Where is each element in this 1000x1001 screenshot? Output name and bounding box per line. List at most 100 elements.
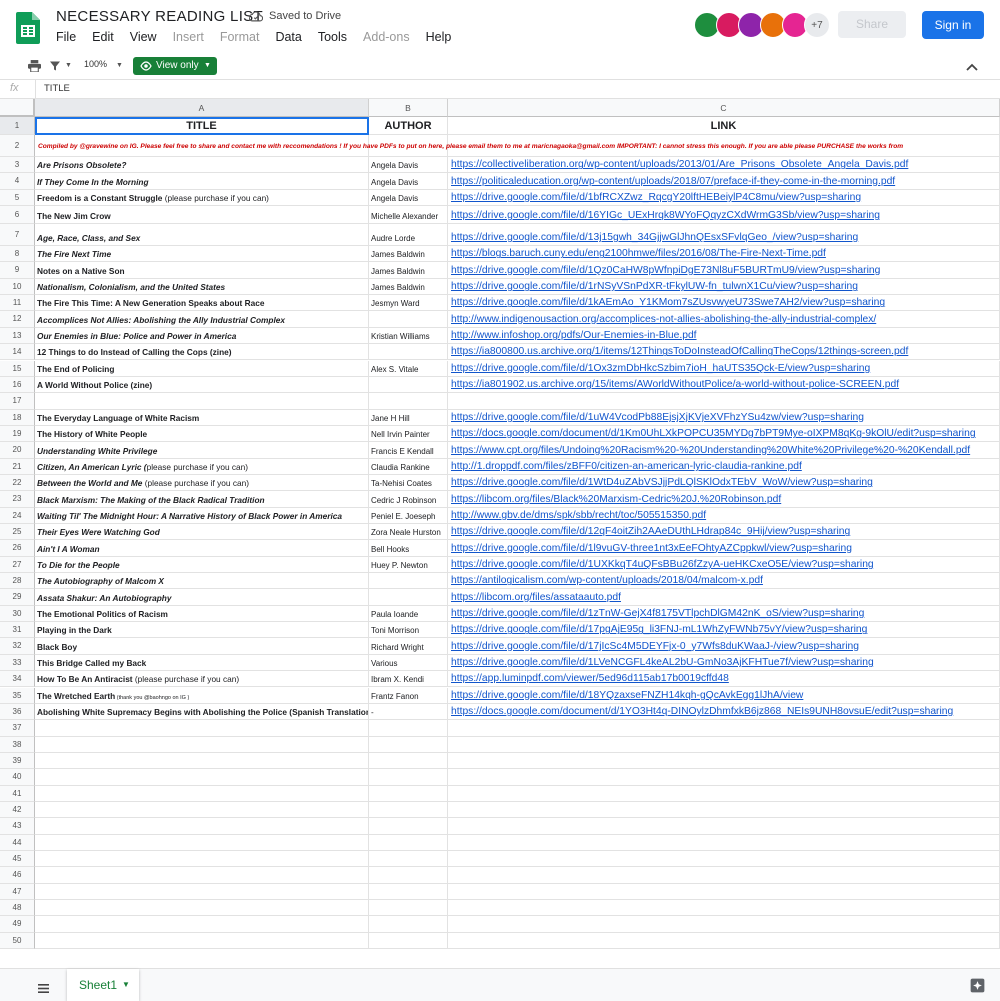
link-cell[interactable]: https://www.cpt.org/files/Undoing%20Raci… — [448, 442, 1000, 459]
header-link-cell[interactable]: LINK — [448, 117, 1000, 135]
link-cell[interactable]: https://ia801902.us.archive.org/15/items… — [448, 376, 1000, 394]
author-cell[interactable] — [369, 393, 448, 410]
column-header-c[interactable]: C — [448, 99, 1000, 117]
row-number[interactable]: 36 — [0, 703, 35, 721]
link-cell[interactable]: https://drive.google.com/file/d/1rNSyVSn… — [448, 278, 1000, 296]
link-cell[interactable]: http://1.droppdf.com/files/zBFF0/citizen… — [448, 458, 1000, 475]
link-cell[interactable]: https://drive.google.com/file/d/1UXKkqT4… — [448, 556, 1000, 574]
empty-cell[interactable] — [448, 720, 1000, 737]
link-cell[interactable]: https://drive.google.com/file/d/1Qz0CaHW… — [448, 262, 1000, 279]
row-number[interactable]: 19 — [0, 425, 35, 443]
chevron-down-icon[interactable]: ▼ — [122, 969, 130, 1001]
author-cell[interactable]: Claudia Rankine — [369, 458, 448, 475]
empty-cell[interactable] — [369, 867, 448, 884]
link-cell[interactable]: https://blogs.baruch.cuny.edu/eng2100hmw… — [448, 246, 1000, 263]
row-number[interactable]: 32 — [0, 638, 35, 655]
link-cell[interactable]: https://drive.google.com/file/d/1LVeNCGF… — [448, 654, 1000, 672]
row-number[interactable]: 29 — [0, 589, 35, 606]
author-cell[interactable]: Francis E Kendall — [369, 442, 448, 459]
link-cell[interactable]: https://docs.google.com/document/d/1Km0U… — [448, 425, 1000, 443]
row-number[interactable]: 50 — [0, 932, 35, 950]
row-number[interactable]: 33 — [0, 654, 35, 672]
author-cell[interactable]: Audre Lorde — [369, 224, 448, 247]
author-cell[interactable]: Alex S. Vitale — [369, 360, 448, 377]
link-cell[interactable]: https://drive.google.com/file/d/17pgAjE9… — [448, 622, 1000, 639]
row-number[interactable]: 23 — [0, 491, 35, 508]
title-cell[interactable]: The End of Policing — [35, 360, 369, 377]
author-cell[interactable]: - — [369, 703, 448, 721]
empty-cell[interactable] — [369, 932, 448, 950]
title-cell[interactable]: Nationalism, Colonialism, and the United… — [35, 278, 369, 296]
author-cell[interactable]: Paula Ioande — [369, 605, 448, 623]
link-cell[interactable]: https://drive.google.com/file/d/1kAEmAo_… — [448, 295, 1000, 312]
empty-cell[interactable] — [35, 834, 369, 851]
link-cell[interactable]: https://drive.google.com/file/d/1zTnW-Ge… — [448, 605, 1000, 623]
title-cell[interactable]: Our Enemies in Blue: Police and Power in… — [35, 327, 369, 345]
formula-bar-content[interactable]: TITLE — [44, 83, 70, 94]
link-cell[interactable]: https://drive.google.com/file/d/1Ox3zmDb… — [448, 360, 1000, 377]
header-author-cell[interactable]: AUTHOR — [369, 117, 448, 135]
title-cell[interactable]: Ain't I A Woman — [35, 540, 369, 557]
row-number[interactable]: 21 — [0, 458, 35, 475]
row-number[interactable]: 4 — [0, 173, 35, 190]
empty-cell[interactable] — [35, 752, 369, 770]
author-cell[interactable]: James Baldwin — [369, 246, 448, 263]
link-cell[interactable]: http://www.infoshop.org/pdfs/Our-Enemies… — [448, 327, 1000, 345]
title-cell[interactable]: Accomplices Not Allies: Abolishing the A… — [35, 311, 369, 328]
author-cell[interactable]: Ibram X. Kendi — [369, 671, 448, 688]
menu-tools[interactable]: Tools — [310, 30, 355, 44]
empty-cell[interactable] — [35, 736, 369, 753]
link-cell[interactable]: https://libcom.org/files/assataauto.pdf — [448, 589, 1000, 606]
author-cell[interactable] — [369, 573, 448, 590]
author-cell[interactable]: Nell Irvin Painter — [369, 425, 448, 443]
empty-cell[interactable] — [369, 720, 448, 737]
link-cell[interactable]: https://ia800800.us.archive.org/1/items/… — [448, 344, 1000, 361]
row-number[interactable]: 35 — [0, 687, 35, 704]
title-cell[interactable]: Notes on a Native Son — [35, 262, 369, 279]
link-cell[interactable]: https://drive.google.com/file/d/1WtD4uZA… — [448, 474, 1000, 492]
link-cell[interactable]: https://drive.google.com/file/d/1uW4Vcod… — [448, 409, 1000, 426]
empty-cell[interactable] — [448, 932, 1000, 950]
empty-cell[interactable] — [35, 883, 369, 901]
link-cell[interactable]: https://collectiveliberation.org/wp-cont… — [448, 157, 1000, 174]
author-cell[interactable] — [369, 376, 448, 394]
link-cell[interactable]: https://politicaleducation.org/wp-conten… — [448, 173, 1000, 190]
menu-file[interactable]: File — [48, 30, 84, 44]
title-cell[interactable]: The Autobiography of Malcom X — [35, 573, 369, 590]
row-number[interactable]: 38 — [0, 736, 35, 753]
row-number[interactable]: 37 — [0, 720, 35, 737]
sign-in-button[interactable]: Sign in — [922, 11, 984, 39]
link-cell[interactable]: https://drive.google.com/file/d/12qF4oit… — [448, 524, 1000, 541]
author-cell[interactable] — [369, 589, 448, 606]
column-header-b[interactable]: B — [369, 99, 448, 117]
row-number[interactable]: 48 — [0, 900, 35, 917]
empty-cell[interactable] — [35, 867, 369, 884]
row-number[interactable]: 45 — [0, 851, 35, 868]
title-cell[interactable]: The Wretched Earth (thank you @baohngo o… — [35, 687, 369, 704]
empty-cell[interactable] — [448, 801, 1000, 819]
all-sheets-menu-icon[interactable] — [38, 980, 49, 998]
sheet-tab[interactable]: Sheet1 ▼ — [67, 969, 139, 1001]
row-number[interactable]: 6 — [0, 206, 35, 225]
column-header-a[interactable]: A — [35, 99, 369, 117]
empty-cell[interactable] — [369, 801, 448, 819]
empty-cell[interactable] — [369, 834, 448, 851]
row-number[interactable]: 26 — [0, 540, 35, 557]
link-cell[interactable]: https://drive.google.com/file/d/1bfRCXZw… — [448, 189, 1000, 207]
row-number[interactable]: 15 — [0, 360, 35, 377]
author-cell[interactable]: Ta-Nehisi Coates — [369, 474, 448, 492]
link-cell[interactable] — [448, 393, 1000, 410]
author-cell[interactable]: Angela Davis — [369, 189, 448, 207]
title-cell[interactable]: The History of White People — [35, 425, 369, 443]
row-number[interactable]: 14 — [0, 344, 35, 361]
chevron-up-icon[interactable] — [965, 59, 979, 77]
empty-cell[interactable] — [369, 900, 448, 917]
author-cell[interactable]: Richard Wright — [369, 638, 448, 655]
empty-cell[interactable] — [369, 851, 448, 868]
sheets-logo-icon[interactable] — [16, 12, 40, 44]
header-title-cell[interactable]: TITLE — [35, 117, 369, 135]
row-number[interactable]: 13 — [0, 327, 35, 345]
author-cell[interactable]: Jane H Hill — [369, 409, 448, 426]
author-cell[interactable]: Huey P. Newton — [369, 556, 448, 574]
menu-help[interactable]: Help — [418, 30, 460, 44]
